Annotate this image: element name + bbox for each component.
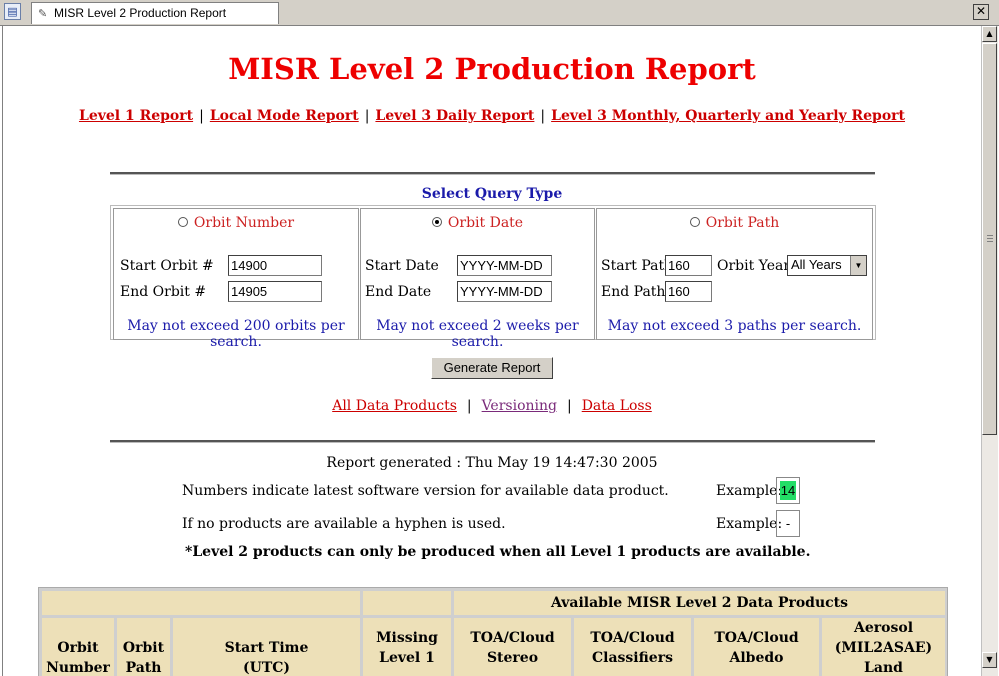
end-orbit-label: End Orbit # — [120, 284, 207, 300]
scroll-thumb[interactable] — [982, 43, 997, 435]
report-generated-text: Report generated : Thu May 19 14:47:30 2… — [326, 455, 658, 471]
table-header-empty — [363, 591, 451, 615]
close-icon: ✕ — [975, 4, 987, 18]
col-header-toa-cloud-classifiers: TOA/Cloud Classifiers — [574, 618, 691, 676]
example-version-value: 14 — [780, 481, 796, 500]
example-version-box: 14 — [776, 477, 800, 504]
col-header-orbit-number: Orbit Number — [42, 618, 114, 676]
page-icon: ▤ — [4, 3, 21, 20]
orbit-date-panel: Orbit Date Start Date YYYY-MM-DD End Dat… — [360, 208, 595, 350]
example-hyphen-value: - — [785, 516, 791, 531]
table-group-header: Available MISR Level 2 Data Products — [454, 591, 945, 615]
production-table: Available MISR Level 2 Data Products Orb… — [38, 587, 948, 676]
link-separator: | — [566, 398, 572, 414]
orbit-year-value: All Years — [791, 257, 842, 272]
link-separator: | — [466, 398, 472, 414]
nav-link-level1[interactable]: Level 1 Report — [79, 108, 193, 124]
orbit-date-label: Orbit Date — [447, 215, 524, 231]
orbit-path-label: Orbit Path — [705, 215, 780, 231]
scroll-down-arrow-icon[interactable]: ▼ — [982, 652, 997, 668]
nav-separator: | — [199, 108, 204, 124]
legend-hyphen-text: If no products are available a hyphen is… — [182, 516, 506, 532]
end-date-input[interactable]: YYYY-MM-DD — [457, 281, 552, 302]
grip-line — [987, 241, 993, 242]
orbit-path-radio[interactable] — [689, 217, 700, 227]
divider — [110, 172, 875, 175]
nav-link-level3-monthly[interactable]: Level 3 Monthly, Quarterly and Yearly Re… — [551, 108, 905, 124]
table-header-empty — [42, 591, 360, 615]
close-button[interactable]: ✕ — [973, 4, 989, 20]
paperclip-icon: ✎ — [38, 8, 48, 20]
nav-separator: | — [364, 108, 370, 124]
orbit-year-select[interactable]: All Years ▼ — [787, 255, 867, 276]
start-path-input[interactable]: 160 — [665, 255, 712, 276]
start-date-label: Start Date — [365, 258, 439, 274]
start-date-input[interactable]: YYYY-MM-DD — [457, 255, 552, 276]
report-nav: Level 1 Report | Local Mode Report | Level 3… — [3, 108, 981, 124]
col-header-toa-cloud-stereo: TOA/Cloud Stereo — [454, 618, 571, 676]
data-loss-link[interactable]: Data Loss — [582, 398, 652, 414]
generate-report-button[interactable]: Generate Report — [431, 357, 553, 379]
end-path-input[interactable]: 160 — [665, 281, 712, 302]
orbit-path-panel: Orbit Path Start Path 160 Orbit Year All… — [596, 208, 873, 340]
tab-title: MISR Level 2 Production Report — [54, 6, 227, 20]
orbit-number-panel: Orbit Number Start Orbit # 14900 End Orb… — [113, 208, 359, 350]
query-panel: Orbit Number Start Orbit # 14900 End Orb… — [110, 205, 876, 350]
page-content: MISR Level 2 Production Report Level 1 R… — [2, 26, 981, 676]
col-header-start-time: Start Time (UTC) — [173, 618, 360, 676]
all-data-products-link[interactable]: All Data Products — [332, 398, 457, 414]
col-header-aerosol: Aerosol (MIL2ASAE) Land Surface — [822, 618, 945, 676]
start-orbit-label: Start Orbit # — [120, 258, 214, 274]
example-label: Example: — [716, 516, 783, 532]
nav-link-level3-daily[interactable]: Level 3 Daily Report — [375, 108, 534, 124]
col-header-orbit-path: Orbit Path — [117, 618, 170, 676]
scroll-up-arrow-icon[interactable]: ▲ — [982, 26, 997, 42]
start-path-label: Start Path — [601, 258, 674, 274]
orbit-date-radio[interactable] — [431, 217, 442, 227]
versioning-link[interactable]: Versioning — [482, 398, 557, 414]
end-date-label: End Date — [365, 284, 432, 300]
example-label: Example: — [716, 483, 783, 499]
nav-separator: | — [540, 108, 546, 124]
divider — [110, 440, 875, 443]
vertical-scrollbar[interactable]: ▲ ▼ — [981, 26, 998, 676]
orbit-number-label: Orbit Number — [193, 215, 295, 231]
nav-link-local-mode[interactable]: Local Mode Report — [210, 108, 359, 124]
browser-tab[interactable]: ✎ MISR Level 2 Production Report — [31, 2, 279, 24]
orbit-number-radio[interactable] — [177, 217, 188, 227]
col-header-missing-level1: Missing Level 1 — [363, 618, 451, 676]
grip-line — [987, 235, 993, 236]
chevron-down-icon[interactable]: ▼ — [850, 256, 866, 275]
page-title: MISR Level 2 Production Report — [228, 52, 756, 86]
end-orbit-input[interactable]: 14905 — [228, 281, 322, 302]
query-type-title: Select Query Type — [421, 186, 563, 202]
end-path-label: End Path — [601, 284, 666, 300]
tab-bar: ▤ ✎ MISR Level 2 Production Report ✕ — [0, 0, 999, 26]
orbit-number-note: May not exceed 200 orbits per search. — [127, 318, 345, 350]
legend-version-text: Numbers indicate latest software version… — [182, 483, 669, 499]
orbit-year-label: Orbit Year — [717, 258, 791, 274]
level2-note: *Level 2 products can only be produced w… — [185, 544, 811, 560]
start-orbit-input[interactable]: 14900 — [228, 255, 322, 276]
report-links: All Data Products | Versioning | Data Loss — [3, 398, 981, 414]
orbit-date-note: May not exceed 2 weeks per search. — [376, 318, 579, 350]
example-hyphen-box: - — [776, 510, 800, 537]
col-header-toa-cloud-albedo: TOA/Cloud Albedo — [694, 618, 819, 676]
grip-line — [987, 238, 993, 239]
orbit-path-note: May not exceed 3 paths per search. — [607, 318, 862, 334]
